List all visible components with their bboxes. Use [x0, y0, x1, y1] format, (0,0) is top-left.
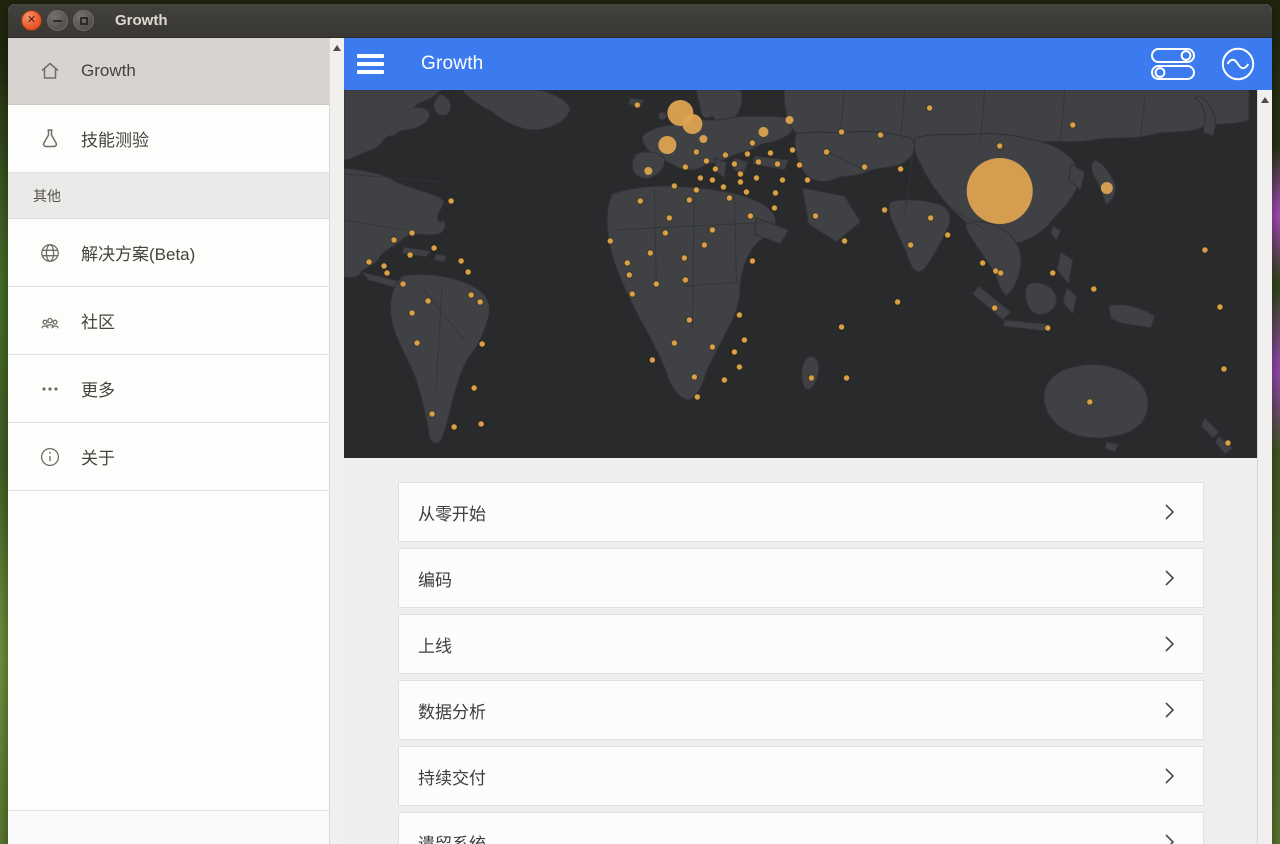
- appbar: Growth: [344, 38, 1272, 90]
- chevron-right-icon: [1157, 566, 1181, 590]
- sidebar-section-label: 其他: [33, 186, 61, 206]
- desktop: { "window": { "title": "Growth" }, "side…: [0, 0, 1280, 844]
- toggles-icon[interactable]: [1150, 47, 1196, 81]
- window-maximize-button[interactable]: [73, 10, 94, 31]
- sidebar-item-skill-test[interactable]: 技能测验: [8, 105, 329, 173]
- content-area: 从零开始 编码 上线 数据分析: [344, 90, 1257, 844]
- sidebar-item-label: 解决方案(Beta): [81, 240, 195, 265]
- list-item-label: 持续交付: [418, 764, 486, 789]
- world-map-svg: [344, 90, 1257, 458]
- sidebar-item-more[interactable]: 更多: [8, 355, 329, 423]
- list-item-coding[interactable]: 编码: [398, 548, 1204, 608]
- list-item-data-analysis[interactable]: 数据分析: [398, 680, 1204, 740]
- chevron-right-icon: [1157, 764, 1181, 788]
- list-item-legacy-system[interactable]: 遗留系统: [398, 812, 1204, 844]
- list-item-label: 编码: [418, 566, 452, 591]
- sidebar-item-label: 社区: [81, 308, 115, 333]
- appbar-title: Growth: [421, 53, 483, 75]
- window-titlebar[interactable]: ✕ Growth: [8, 4, 1272, 38]
- info-icon: [38, 445, 62, 469]
- minimize-icon: [53, 20, 62, 22]
- sidebar-item-label: Growth: [81, 61, 136, 81]
- more-ellipsis-icon: [38, 377, 62, 401]
- window-minimize-button[interactable]: [47, 10, 68, 31]
- sidebar-section-other: 其他: [8, 173, 329, 219]
- sidebar-item-growth[interactable]: Growth: [8, 38, 329, 105]
- sidebar: Growth 技能测验 其他 解决方案(Beta): [8, 38, 329, 844]
- list-item-continuous-delivery[interactable]: 持续交付: [398, 746, 1204, 806]
- map-landmasses: [344, 90, 1249, 454]
- chevron-right-icon: [1157, 500, 1181, 524]
- scroll-up-arrow-icon[interactable]: [1261, 97, 1269, 103]
- community-icon: [38, 309, 62, 333]
- home-icon: [38, 59, 62, 83]
- menu-icon[interactable]: [357, 54, 384, 74]
- window-close-button[interactable]: ✕: [21, 10, 42, 31]
- list-item-launch[interactable]: 上线: [398, 614, 1204, 674]
- sidebar-item-label: 技能测验: [81, 126, 149, 151]
- wave-circle-icon[interactable]: [1220, 46, 1256, 82]
- chevron-right-icon: [1157, 632, 1181, 656]
- list-item-label: 数据分析: [418, 698, 486, 723]
- sidebar-item-community[interactable]: 社区: [8, 287, 329, 355]
- main-panel: Growth: [344, 38, 1272, 844]
- sidebar-item-label: 关于: [81, 444, 115, 469]
- window-title: Growth: [115, 12, 168, 29]
- chevron-right-icon: [1157, 830, 1181, 844]
- sidebar-item-about[interactable]: 关于: [8, 423, 329, 491]
- list-item-label: 上线: [418, 632, 452, 657]
- list-item-label: 从零开始: [418, 500, 486, 525]
- globe-icon: [38, 241, 62, 265]
- content-scrollbar[interactable]: [1257, 90, 1272, 844]
- sidebar-empty-area: [8, 491, 329, 811]
- list-item-start-from-zero[interactable]: 从零开始: [398, 482, 1204, 542]
- sidebar-item-solutions[interactable]: 解决方案(Beta): [8, 219, 329, 287]
- chevron-right-icon: [1157, 698, 1181, 722]
- maximize-icon: [80, 17, 88, 25]
- sidebar-scrollbar[interactable]: [329, 38, 344, 844]
- scroll-up-arrow-icon[interactable]: [333, 45, 341, 51]
- app-window: ✕ Growth Growth 技能测验 其他: [8, 4, 1272, 844]
- sidebar-item-label: 更多: [81, 376, 115, 401]
- flask-icon: [38, 127, 62, 151]
- topic-list: 从零开始 编码 上线 数据分析: [344, 458, 1257, 844]
- list-item-label: 遗留系统: [418, 830, 486, 844]
- world-bubble-map: [344, 90, 1257, 458]
